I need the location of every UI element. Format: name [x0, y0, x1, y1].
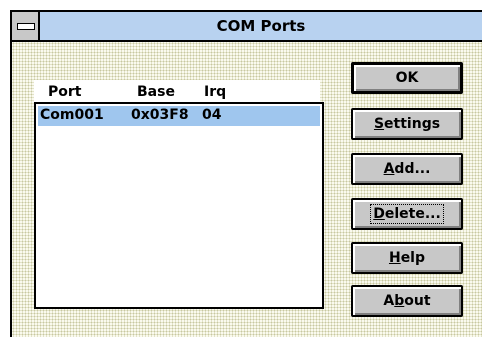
ok-button[interactable]: OK: [351, 62, 463, 94]
about-mnemonic: b: [394, 293, 405, 309]
com-port-list[interactable]: Com001 0x03F8 04: [34, 102, 324, 309]
about-button[interactable]: About: [351, 285, 463, 317]
column-header-irq: Irq: [204, 84, 227, 100]
list-header: Port Base Irq: [34, 80, 320, 102]
about-label-pre: A: [383, 293, 395, 309]
list-item-com001[interactable]: Com001 0x03F8 04: [38, 106, 320, 126]
system-menu-icon: [17, 23, 35, 30]
base-cell: 0x03F8: [131, 107, 189, 123]
com-ports-dialog: COM Ports Port Base Irq Com001 0x03F8 04…: [10, 10, 482, 337]
window-title: COM Ports: [216, 17, 306, 35]
add-button[interactable]: Add...: [351, 153, 463, 185]
add-label-post: dd...: [394, 161, 431, 177]
help-label-post: elp: [400, 250, 426, 266]
help-mnemonic: H: [388, 250, 401, 266]
title-bar[interactable]: COM Ports: [12, 12, 482, 42]
column-header-port: Port: [48, 84, 82, 100]
column-header-base: Base: [137, 84, 175, 100]
help-button[interactable]: Help: [351, 242, 463, 274]
ok-label: OK: [395, 70, 419, 86]
delete-label-post: elete...: [384, 206, 441, 222]
port-cell: Com001: [40, 107, 104, 123]
settings-label-post: ettings: [384, 116, 441, 132]
settings-button[interactable]: Settings: [351, 108, 463, 140]
add-mnemonic: A: [383, 161, 395, 177]
about-label-post: out: [404, 293, 431, 309]
system-menu-button[interactable]: [12, 12, 40, 40]
delete-button[interactable]: Delete...: [351, 198, 463, 230]
delete-mnemonic: D: [373, 206, 385, 222]
irq-cell: 04: [202, 107, 222, 123]
settings-mnemonic: S: [373, 116, 385, 132]
